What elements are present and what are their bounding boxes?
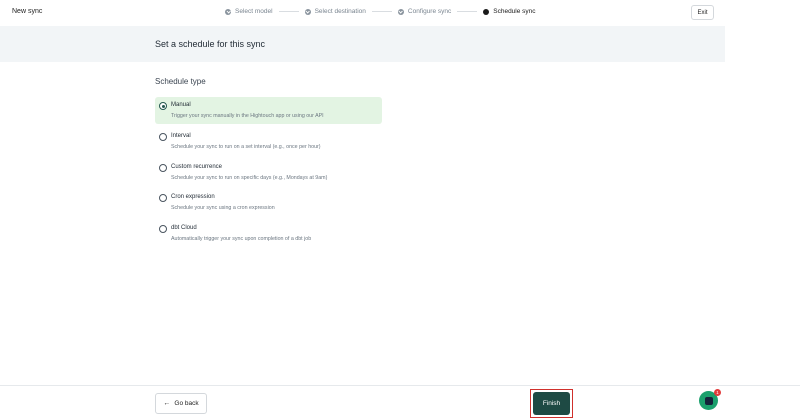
current-step-dot-icon [483,8,490,15]
page-title: Set a schedule for this sync [155,39,266,49]
option-label: Manual [171,102,191,108]
option-label: Cron expression [171,194,215,200]
schedule-option-interval[interactable]: Interval Schedule your sync to run on a … [155,128,382,155]
option-label: dbt Cloud [171,225,197,231]
page-header [0,26,725,62]
option-label: Custom recurrence [171,164,223,170]
go-back-button[interactable]: ← Go back [155,393,207,414]
radio-icon[interactable] [159,164,167,172]
radio-icon[interactable] [159,133,167,141]
notification-badge: 1 [714,389,721,396]
option-description: Automatically trigger your sync upon com… [171,236,312,242]
footer-bar [0,385,800,420]
finish-button[interactable]: Finish [533,392,570,415]
step-select-destination: Select destination [304,8,366,15]
radio-icon[interactable] [159,194,167,202]
schedule-option-custom-recurrence[interactable]: Custom recurrence Schedule your sync to … [155,159,382,186]
option-description: Schedule your sync using a cron expressi… [171,205,275,211]
step-connector [371,11,392,12]
stepper: Select model Select destination Configur… [225,8,536,15]
check-circle-icon [397,8,404,15]
schedule-option-dbt-cloud[interactable]: dbt Cloud Automatically trigger your syn… [155,220,382,247]
step-label: Select model [235,8,273,15]
schedule-type-label: Schedule type [155,77,206,86]
option-description: Schedule your sync to run on a set inter… [171,144,321,150]
arrow-left-icon: ← [163,400,171,407]
check-circle-icon [225,8,231,15]
app-title: New sync [12,8,43,15]
option-description: Schedule your sync to run on specific da… [171,175,328,181]
top-bar: New sync Select model Select destination… [0,0,800,26]
schedule-option-manual[interactable]: Manual Trigger your sync manually in the… [155,97,382,124]
step-connector [278,11,299,12]
go-back-label: Go back [174,400,199,407]
option-description: Trigger your sync manually in the Highto… [171,113,324,119]
step-label: Configure sync [407,8,452,15]
step-label: Select destination [314,8,366,15]
option-label: Interval [171,133,191,139]
radio-icon[interactable] [159,225,167,233]
step-configure-sync: Configure sync [397,8,452,15]
step-schedule-sync: Schedule sync [483,8,536,15]
step-label: Schedule sync [493,8,536,15]
step-select-model: Select model [225,8,273,15]
check-circle-icon [304,8,311,15]
exit-button[interactable]: Exit [691,5,714,20]
radio-selected-icon[interactable] [159,102,167,110]
chat-icon [704,396,713,405]
schedule-option-cron-expression[interactable]: Cron expression Schedule your sync using… [155,189,382,216]
step-connector [457,11,478,12]
